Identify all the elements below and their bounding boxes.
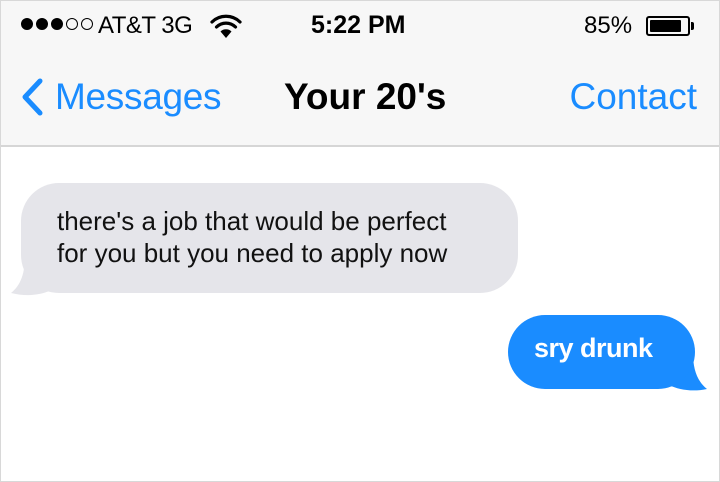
back-button[interactable]: Messages [19,75,222,119]
contact-button[interactable]: Contact [569,76,697,118]
chevron-left-icon [22,78,43,116]
incoming-message-bubble[interactable]: there's a job that would be perfect for … [21,183,518,293]
battery-icon [646,16,696,36]
signal-strength-icon [21,18,93,30]
clock: 5:22 PM [311,11,406,39]
status-bar: AT&T 3G 5:22 PM 85% [1,1,719,49]
wifi-icon [210,14,242,38]
signal-dot [21,18,33,30]
message-thread: there's a job that would be perfect for … [1,147,719,481]
battery-nub [691,22,694,30]
back-button-label: Messages [55,76,222,117]
battery-fill [650,20,681,32]
conversation-title: Your 20's [284,76,447,117]
battery-body [646,16,690,36]
battery-percentage: 85% [584,12,633,39]
signal-dot [51,18,63,30]
signal-dot [66,18,78,30]
outgoing-message-bubble[interactable]: sry drunk [508,315,695,389]
signal-dot [36,18,48,30]
messages-screen: AT&T 3G 5:22 PM 85% Messages Your 20's C… [0,0,720,482]
carrier-label: AT&T 3G [98,12,193,39]
navigation-bar: Messages Your 20's Contact [1,49,719,147]
signal-dot [81,18,93,30]
